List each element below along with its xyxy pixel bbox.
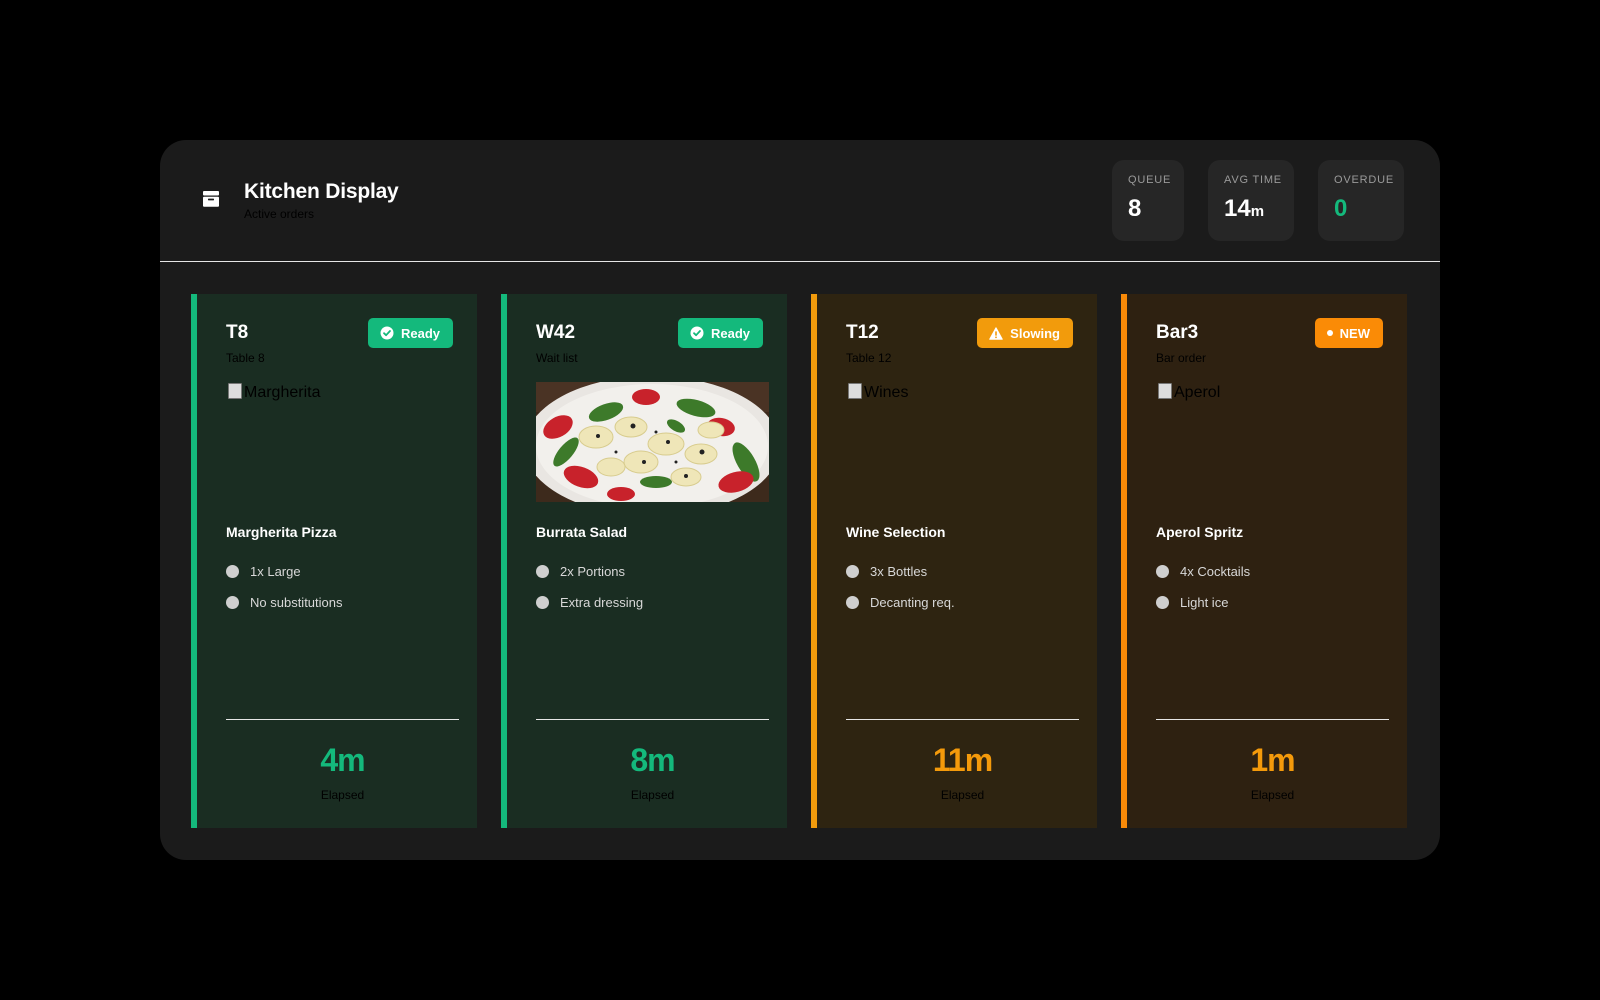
status-badge[interactable]: Slowing — [977, 318, 1073, 348]
order-location: Table 12 — [846, 351, 892, 365]
list-item[interactable]: Light ice — [1156, 587, 1250, 618]
order-items: 3x Bottles Decanting req. — [846, 556, 955, 618]
checkbox-dot-icon[interactable] — [536, 565, 549, 578]
dot-icon — [1326, 330, 1333, 336]
divider — [846, 719, 1079, 720]
order-card-t12[interactable]: T12 Table 12 Slowing Wines Wine Selectio… — [811, 294, 1097, 828]
check-circle-icon — [380, 326, 394, 340]
dish-image: Aperol — [1156, 382, 1389, 502]
broken-image-icon — [228, 383, 242, 399]
order-card-t8[interactable]: T8 Table 8 Ready Margherita Margherita P… — [191, 294, 477, 828]
divider — [226, 719, 459, 720]
elapsed-label: Elapsed — [320, 788, 365, 802]
checkbox-dot-icon[interactable] — [536, 596, 549, 609]
elapsed-time: 8m — [630, 742, 675, 778]
list-item[interactable]: 1x Large — [226, 556, 343, 587]
dish-name: Wine Selection — [846, 524, 946, 540]
dish-name: Burrata Salad — [536, 524, 628, 540]
stat-value: 0 — [1334, 195, 1348, 222]
list-item[interactable]: No substitutions — [226, 587, 343, 618]
order-items: 2x Portions Extra dressing — [536, 556, 643, 618]
stat-value: 8 — [1128, 195, 1142, 222]
dish-image: Wines — [846, 382, 1079, 502]
check-circle-icon — [690, 326, 704, 340]
order-location: Wait list — [536, 351, 578, 365]
order-card-w42[interactable]: W42 Wait list Ready Burrata Salad 2x Por… — [501, 294, 787, 828]
list-item[interactable]: Extra dressing — [536, 587, 643, 618]
page-title: Kitchen Display — [244, 180, 399, 203]
status-badge[interactable]: Ready — [677, 318, 763, 348]
list-item[interactable]: Decanting req. — [846, 587, 955, 618]
checkbox-dot-icon[interactable] — [846, 565, 859, 578]
checkbox-dot-icon[interactable] — [1156, 596, 1169, 609]
elapsed-label: Elapsed — [630, 788, 675, 802]
dish-name: Aperol Spritz — [1156, 524, 1244, 540]
order-items: 4x Cocktails Light ice — [1156, 556, 1250, 618]
burrata-salad-photo — [536, 382, 769, 502]
elapsed-label: Elapsed — [940, 788, 985, 802]
order-location: Table 8 — [226, 351, 265, 365]
order-items: 1x Large No substitutions — [226, 556, 343, 618]
order-id: T8 — [226, 322, 249, 343]
stat-value: 14m — [1224, 195, 1265, 222]
order-card-bar3[interactable]: Bar3 Bar order NEW Aperol Aperol Spritz … — [1121, 294, 1407, 828]
page-subtitle: Active orders — [244, 207, 315, 221]
dish-name: Margherita Pizza — [226, 524, 337, 540]
stat-overdue: OVERDUE 0 — [1318, 160, 1404, 241]
warning-triangle-icon — [989, 326, 1003, 340]
list-item[interactable]: 2x Portions — [536, 556, 643, 587]
stat-label: AVG TIME — [1224, 174, 1282, 186]
checkbox-dot-icon[interactable] — [226, 596, 239, 609]
dish-image: Margherita — [226, 382, 459, 502]
stat-queue: QUEUE 8 — [1112, 160, 1184, 241]
list-item[interactable]: 3x Bottles — [846, 556, 955, 587]
checkbox-dot-icon[interactable] — [846, 596, 859, 609]
order-id: T12 — [846, 322, 879, 343]
elapsed-time: 11m — [932, 742, 993, 778]
dish-image — [536, 382, 769, 502]
elapsed-label: Elapsed — [1250, 788, 1295, 802]
header: Kitchen Display Active orders QUEUE 8 AV… — [160, 140, 1440, 262]
stat-avg-time: AVG TIME 14m — [1208, 160, 1294, 241]
broken-image-icon — [848, 383, 862, 399]
order-location: Bar order — [1156, 351, 1207, 365]
list-item[interactable]: 4x Cocktails — [1156, 556, 1250, 587]
status-badge[interactable]: NEW — [1314, 318, 1383, 348]
kitchen-display-panel: Kitchen Display Active orders QUEUE 8 AV… — [160, 140, 1440, 860]
divider — [536, 719, 769, 720]
stat-label: QUEUE — [1128, 174, 1172, 186]
kitchen-box-icon — [203, 191, 219, 207]
elapsed-time: 4m — [320, 742, 365, 778]
stat-label: OVERDUE — [1334, 174, 1394, 186]
status-badge[interactable]: Ready — [367, 318, 453, 348]
broken-image-icon — [1158, 383, 1172, 399]
elapsed-time: 1m — [1250, 742, 1295, 778]
order-id: Bar3 — [1156, 322, 1199, 343]
checkbox-dot-icon[interactable] — [226, 565, 239, 578]
checkbox-dot-icon[interactable] — [1156, 565, 1169, 578]
order-id: W42 — [536, 322, 576, 343]
divider — [1156, 719, 1389, 720]
